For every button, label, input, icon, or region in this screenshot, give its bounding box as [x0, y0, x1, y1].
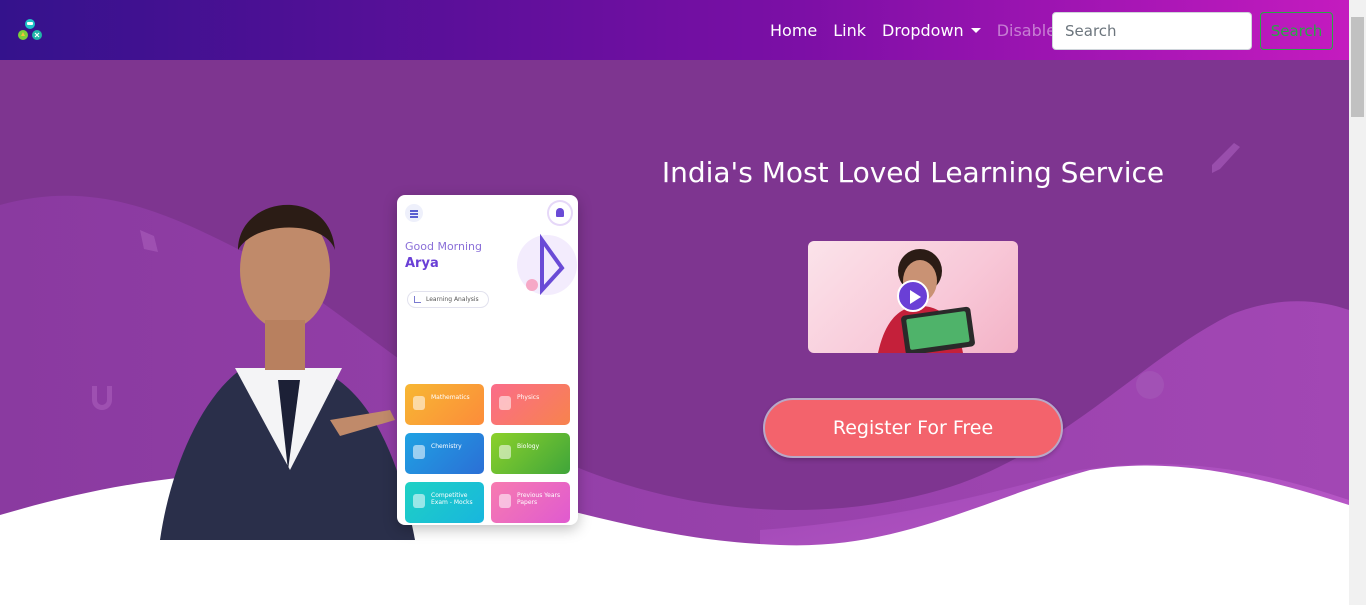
tile-label: Chemistry — [431, 443, 462, 450]
mathematics-icon — [413, 396, 425, 410]
menu-icon[interactable] — [405, 204, 423, 222]
hero-section: Good Morning Arya Learning Analysis Math… — [0, 60, 1349, 605]
tile-physics[interactable]: Physics — [491, 384, 570, 425]
register-button[interactable]: Register For Free — [763, 398, 1063, 458]
nav-link-link[interactable]: Link — [825, 21, 874, 40]
paper-icon — [499, 494, 511, 508]
tile-chemistry[interactable]: Chemistry — [405, 433, 484, 474]
scrollbar-thumb[interactable] — [1351, 17, 1364, 117]
tile-label: Biology — [517, 443, 540, 450]
page: Home Link Dropdown Disabled Search Searc… — [0, 0, 1366, 605]
caret-down-icon — [970, 27, 981, 33]
tile-biology[interactable]: Biology — [491, 433, 570, 474]
nav-dropdown-label: Dropdown — [882, 20, 964, 40]
search-button[interactable]: Search — [1260, 12, 1333, 50]
ambassador-image — [160, 204, 415, 540]
nav-home-link[interactable]: Home — [762, 21, 825, 40]
navbar: Home Link Dropdown Disabled Search — [0, 0, 1349, 60]
tile-mathematics[interactable]: Mathematics — [405, 384, 484, 425]
chart-icon — [414, 296, 421, 303]
flask-icon — [413, 445, 425, 459]
learning-analysis-label: Learning Analysis — [426, 296, 479, 303]
tile-label: Physics — [517, 394, 540, 401]
intro-video-thumbnail[interactable] — [808, 241, 1018, 353]
learning-analysis-chip[interactable]: Learning Analysis — [407, 291, 489, 308]
tile-label: Previous Years Papers — [517, 492, 561, 506]
scrollbar[interactable] — [1349, 0, 1366, 605]
nav-dropdown-toggle[interactable]: Dropdown — [874, 21, 989, 40]
nav-links: Home Link Dropdown Disabled — [762, 0, 1074, 60]
app-phone-mockup: Good Morning Arya Learning Analysis Math… — [397, 195, 578, 525]
document-icon — [413, 494, 425, 508]
microscope-icon — [499, 445, 511, 459]
hero-headline: India's Most Loved Learning Service — [661, 156, 1165, 189]
user-name: Arya — [405, 256, 439, 271]
tile-label: Mathematics — [431, 394, 470, 401]
illustration-icon — [517, 233, 577, 296]
bell-icon[interactable] — [549, 202, 571, 224]
brand-logo-icon[interactable] — [16, 17, 44, 43]
tile-competitive-exam[interactable]: Competitive Exam - Mocks — [405, 482, 484, 523]
greeting-text: Good Morning — [405, 240, 482, 253]
magnet-icon — [499, 396, 511, 410]
tile-previous-papers[interactable]: Previous Years Papers — [491, 482, 570, 523]
tile-label: Competitive Exam - Mocks — [431, 492, 473, 506]
play-icon[interactable] — [897, 280, 929, 312]
search-input[interactable] — [1052, 12, 1252, 50]
